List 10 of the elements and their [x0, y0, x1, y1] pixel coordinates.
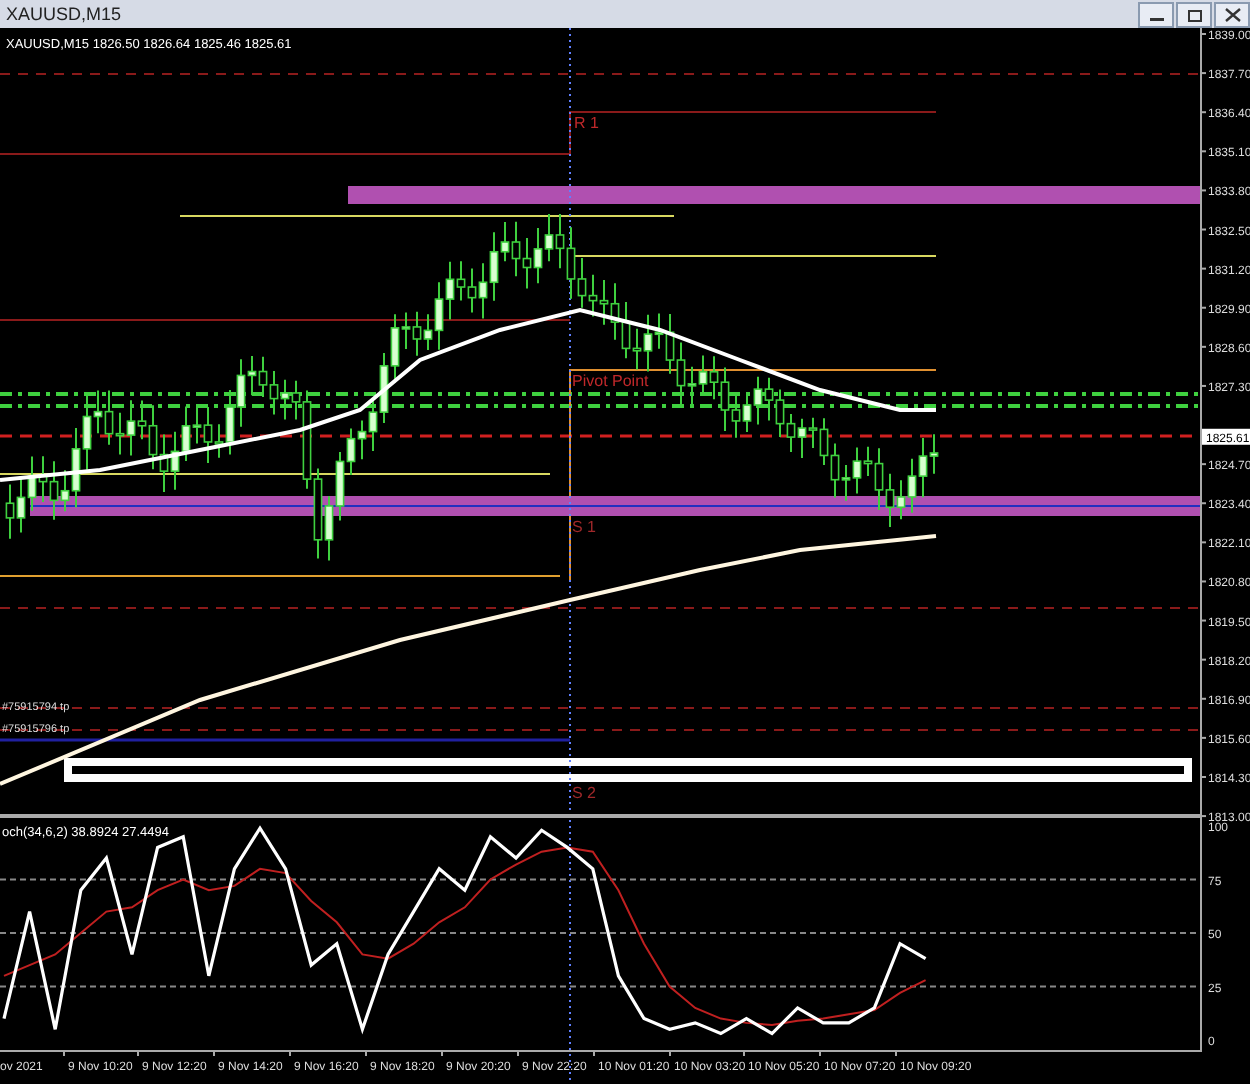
restore-icon — [1185, 7, 1203, 21]
level-label: Pivot Point — [572, 372, 649, 390]
close-icon — [1223, 7, 1241, 21]
close-button[interactable] — [1214, 1, 1250, 27]
restore-button[interactable] — [1176, 1, 1212, 27]
window-title: XAUUSD,M15 — [6, 4, 122, 24]
level-label: R 1 — [574, 114, 599, 132]
minimize-button[interactable] — [1138, 1, 1174, 27]
level-label: S 1 — [572, 518, 597, 536]
level-label: S 2 — [572, 784, 597, 802]
